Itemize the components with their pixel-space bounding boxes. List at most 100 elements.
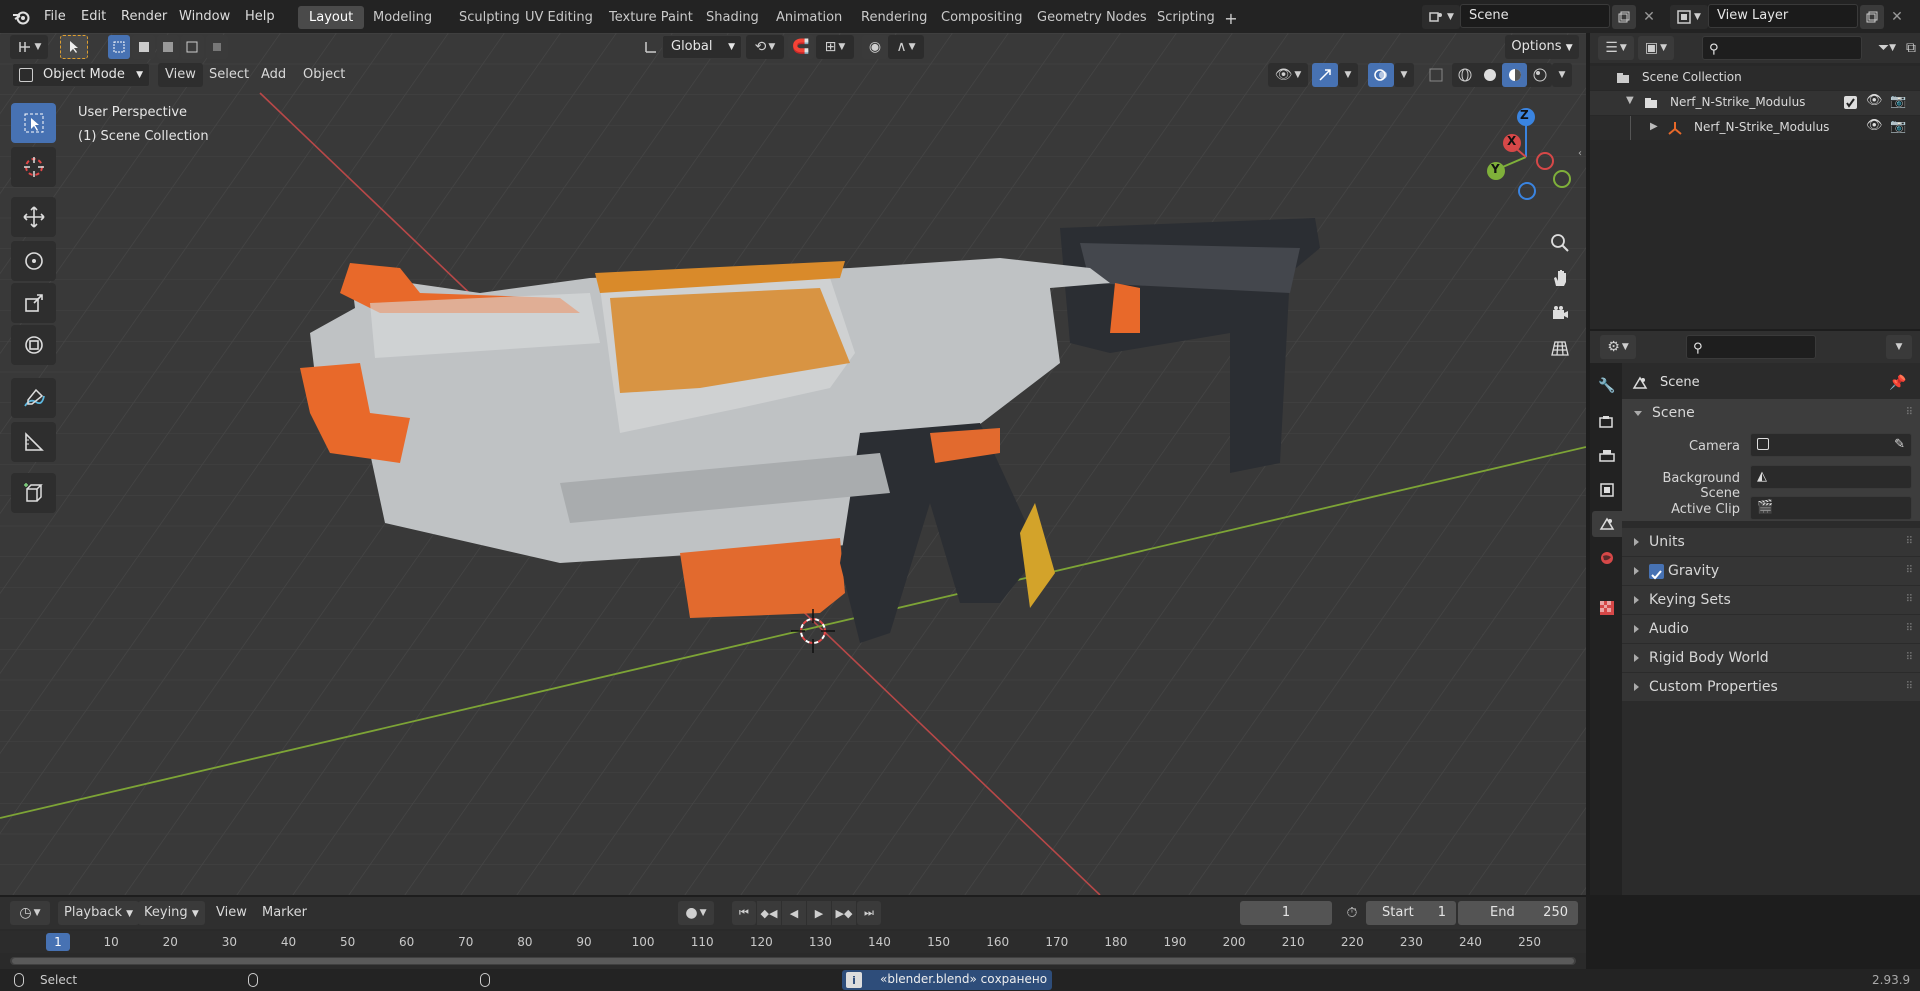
proportional-falloff-icon[interactable]: ∧ ▼ (888, 35, 924, 59)
properties-options-icon[interactable]: ▼ (1886, 335, 1912, 359)
properties-search-input[interactable]: ⚲ (1686, 335, 1816, 359)
add-menu[interactable]: Add (254, 63, 293, 87)
texture-tab-icon[interactable] (1594, 595, 1620, 621)
expand-object-icon[interactable]: ▶ (1650, 121, 1658, 132)
scene-name-field[interactable]: Scene (1460, 4, 1610, 28)
jump-end-icon[interactable]: ⏭ (857, 901, 881, 925)
shading-dropdown-icon[interactable]: ▼ (1552, 63, 1572, 87)
timeline-editor-type-icon[interactable]: ◷ ▼ (10, 901, 50, 925)
tab-scripting[interactable]: Scripting (1146, 6, 1226, 29)
3d-viewport[interactable]: ▼ Global ▼ ⟲ ▼ 🧲 ⊞ ▼ ◉ ∧ ▼ Options ▼ Object … (0, 33, 1586, 895)
keying-menu[interactable]: Keying ▼ (138, 901, 205, 925)
view-layer-name-field[interactable]: View Layer (1708, 4, 1858, 28)
xray-toggle-icon[interactable] (1424, 63, 1448, 87)
menu-edit[interactable]: Edit (73, 0, 114, 33)
snap-target-icon[interactable]: ⊞ ▼ (816, 35, 854, 59)
collection-checkbox[interactable] (1844, 96, 1857, 109)
sidebar-toggle-icon[interactable]: ‹ (1574, 143, 1586, 163)
background-scene-field[interactable]: ◭ (1750, 465, 1912, 489)
custom-properties-panel-header[interactable]: Custom Properties ⠿ (1622, 673, 1920, 701)
delete-view-layer-icon[interactable]: ✕ (1886, 5, 1908, 29)
play-icon[interactable]: ▶ (807, 901, 831, 925)
new-collection-icon[interactable]: ⧉ (1902, 36, 1920, 60)
collection-visibility-eye-icon[interactable]: 👁 (1866, 93, 1883, 108)
menu-window[interactable]: Window (171, 0, 238, 33)
visibility-eye-icon[interactable]: 👁 ▼ (1268, 63, 1308, 87)
navigation-gizmo[interactable]: Z Y X (1476, 103, 1576, 203)
pan-hand-icon[interactable] (1544, 263, 1576, 293)
select-subtract-icon[interactable] (156, 35, 180, 59)
playhead-marker[interactable]: 1 (46, 933, 70, 951)
outliner-row-object[interactable]: ▶ Nerf_N-Strike_Modulus 👁 📷 (1590, 116, 1920, 140)
menu-file[interactable]: File (36, 0, 74, 33)
new-scene-icon[interactable] (1612, 5, 1636, 29)
timeline-view-menu[interactable]: View (210, 901, 253, 925)
next-keyframe-icon[interactable]: ▶◆ (832, 901, 856, 925)
tool-rotate[interactable] (11, 241, 56, 281)
tool-add-cube[interactable] (11, 473, 56, 513)
view-menu[interactable]: View (158, 63, 203, 87)
tab-modeling[interactable]: Modeling (362, 6, 443, 29)
output-tab-icon[interactable] (1594, 443, 1620, 469)
eyedropper-icon[interactable]: ✎ (1894, 434, 1905, 456)
tab-layout[interactable]: Layout (298, 6, 365, 29)
filter-icon[interactable]: ⏷ ▼ (1872, 36, 1902, 60)
overlays-dropdown-icon[interactable]: ▼ (1394, 63, 1414, 87)
outliner-row-scene-collection[interactable]: Scene Collection (1590, 66, 1920, 90)
playback-menu[interactable]: Playback ▼ (58, 901, 140, 925)
object-render-camera-icon[interactable]: 📷 (1890, 119, 1906, 134)
select-mode-tool-icon[interactable] (60, 35, 88, 59)
tool-annotate[interactable] (11, 378, 56, 418)
object-visibility-eye-icon[interactable]: 👁 (1866, 118, 1883, 133)
marker-menu[interactable]: Marker (256, 901, 313, 925)
material-preview-shading-icon[interactable] (1502, 63, 1527, 87)
object-mode-dropdown[interactable]: Object Mode ▼ (12, 63, 150, 87)
camera-field[interactable]: ✎ (1750, 433, 1912, 457)
camera-view-icon[interactable] (1544, 298, 1576, 328)
menu-help[interactable]: Help (237, 0, 283, 33)
tab-uv-editing[interactable]: UV Editing (514, 6, 604, 29)
tool-settings-tab-icon[interactable]: 🔧 (1594, 373, 1620, 399)
gizmo-dropdown-icon[interactable]: ▼ (1338, 63, 1358, 87)
timeline-scrollbar[interactable] (10, 957, 1576, 965)
snap-icon[interactable]: 🧲 (788, 35, 814, 59)
prev-keyframe-icon[interactable]: ◆◀ (757, 901, 781, 925)
editor-type-icon[interactable]: ▼ (10, 35, 48, 59)
tab-compositing[interactable]: Compositing (930, 6, 1034, 29)
select-intersect-icon[interactable] (205, 35, 229, 59)
object-menu[interactable]: Object (296, 63, 352, 87)
zoom-icon[interactable] (1544, 228, 1576, 258)
tab-shading[interactable]: Shading (695, 6, 770, 29)
view-layer-selector-icon[interactable]: ▼ (1670, 5, 1708, 29)
overlays-toggle-icon[interactable] (1368, 63, 1394, 87)
display-mode-icon[interactable]: ▣ ▼ (1638, 36, 1674, 60)
wireframe-shading-icon[interactable] (1452, 63, 1477, 87)
add-workspace-icon[interactable]: + (1220, 7, 1242, 29)
rendered-shading-icon[interactable] (1527, 63, 1552, 87)
pin-icon[interactable]: 📌 (1886, 373, 1910, 393)
properties-editor-type-icon[interactable]: ⚙ ▼ (1600, 335, 1636, 359)
keying-sets-panel-header[interactable]: Keying Sets ⠿ (1622, 586, 1920, 614)
tab-geometry-nodes[interactable]: Geometry Nodes (1026, 6, 1158, 29)
new-view-layer-icon[interactable] (1860, 5, 1884, 29)
tab-animation[interactable]: Animation (765, 6, 853, 29)
tool-select-box[interactable] (11, 103, 56, 143)
audio-panel-header[interactable]: Audio ⠿ (1622, 615, 1920, 643)
perspective-toggle-icon[interactable] (1544, 333, 1576, 363)
tab-texture-paint[interactable]: Texture Paint (598, 6, 704, 29)
tool-transform[interactable] (11, 325, 56, 365)
outliner-row-collection[interactable]: ▼ Nerf_N-Strike_Modulus 👁 📷 (1590, 91, 1920, 115)
scene-selector-icon[interactable]: ▼ (1422, 5, 1460, 29)
world-tab-icon[interactable] (1594, 545, 1620, 571)
tool-cursor[interactable] (11, 147, 56, 187)
solid-shading-icon[interactable] (1477, 63, 1502, 87)
end-frame-field[interactable]: End 250 (1458, 901, 1578, 925)
outliner-search-input[interactable]: ⚲ (1702, 36, 1862, 60)
blender-logo-icon[interactable] (10, 6, 32, 28)
view-layer-tab-icon[interactable] (1594, 477, 1620, 503)
scene-tab-icon[interactable] (1592, 511, 1622, 537)
start-frame-field[interactable]: Start 1 (1366, 901, 1456, 925)
units-panel-header[interactable]: Units ⠿ (1622, 528, 1920, 556)
tool-move[interactable] (11, 197, 56, 237)
auto-keying-icon[interactable]: ● ▼ (678, 901, 714, 925)
